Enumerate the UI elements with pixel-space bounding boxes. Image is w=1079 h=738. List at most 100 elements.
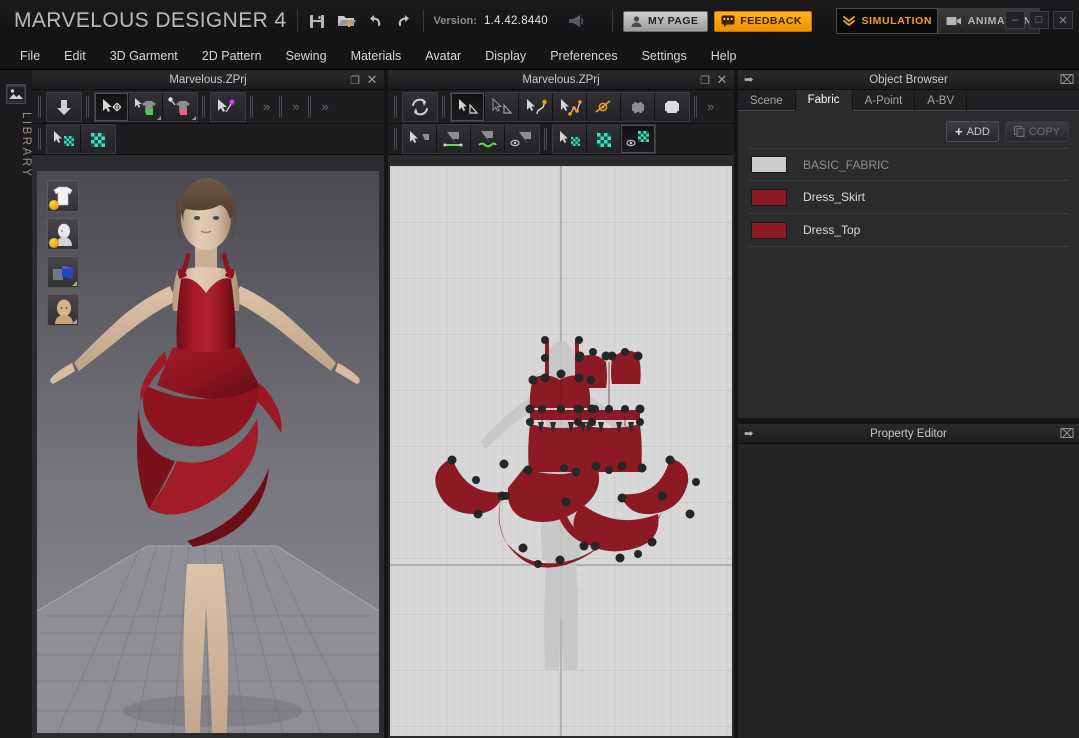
menu-item-file[interactable]: File — [8, 45, 52, 67]
tab-scene[interactable]: Scene — [738, 90, 796, 111]
redo-icon[interactable] — [395, 12, 413, 30]
select-pin-pink-tool[interactable] — [163, 93, 197, 121]
edit-texture-2d-tool[interactable] — [587, 125, 621, 153]
copy-fabric-button[interactable]: COPY — [1005, 121, 1069, 142]
toolbar-2d-row1: » — [388, 90, 734, 124]
select-texture-2d-tool[interactable] — [553, 125, 587, 153]
maximize-button[interactable]: □ — [1029, 11, 1049, 29]
megaphone-icon[interactable] — [566, 12, 588, 30]
edit-texture-tool[interactable] — [81, 125, 115, 153]
save-icon[interactable] — [308, 12, 326, 30]
close-button[interactable]: ✕ — [1053, 11, 1073, 29]
simulation-mode-button[interactable]: SIMULATION — [836, 8, 938, 34]
menu-item-settings[interactable]: Settings — [630, 45, 699, 67]
add-point-tool[interactable] — [587, 93, 621, 121]
select-mesh-green-tool[interactable] — [129, 93, 163, 121]
toolbar-overflow-chevron[interactable]: » — [287, 99, 304, 114]
menu-item-help[interactable]: Help — [699, 45, 749, 67]
close-icon[interactable]: ⌧ — [1060, 73, 1074, 87]
toolbar-grip[interactable] — [278, 94, 284, 120]
toolbar-grip[interactable] — [441, 94, 447, 120]
3d-viewport[interactable] — [37, 171, 379, 733]
tool-expand-corner[interactable] — [192, 116, 196, 120]
fabric-row-dress-skirt[interactable]: Dress_Skirt — [748, 181, 1069, 214]
property-editor-title: Property Editor — [870, 428, 947, 440]
hair-library-icon[interactable] — [47, 294, 79, 326]
edit-pattern-points-tool[interactable] — [621, 93, 655, 121]
transform-pattern-tool[interactable] — [485, 93, 519, 121]
menu-item-avatar[interactable]: Avatar — [413, 45, 473, 67]
select-move-tool[interactable] — [95, 93, 129, 121]
avatar-library-icon[interactable] — [47, 218, 79, 250]
edit-sewing-tool[interactable] — [403, 125, 437, 153]
toolbar-grip[interactable] — [37, 94, 43, 120]
feedback-button[interactable]: FEEDBACK — [714, 11, 812, 32]
toolbar-grip[interactable] — [543, 126, 549, 152]
collapse-icon[interactable]: ➡ — [744, 73, 753, 86]
garment-badge — [49, 200, 59, 210]
toolbar-overflow-chevron[interactable]: » — [702, 99, 719, 114]
fabric-row-dress-top[interactable]: Dress_Top — [748, 214, 1069, 247]
edit-pattern-tool[interactable] — [451, 93, 485, 121]
view-sewing-tool[interactable] — [505, 125, 539, 153]
undo-icon[interactable] — [366, 12, 384, 30]
toolbar-grip[interactable] — [85, 94, 91, 120]
menu-item-3d-garment[interactable]: 3D Garment — [98, 45, 190, 67]
edit-polygon-tool[interactable] — [553, 93, 587, 121]
toolbar-grip[interactable] — [37, 126, 43, 152]
menu-item-display[interactable]: Display — [473, 45, 538, 67]
segment-sewing-tool[interactable] — [437, 125, 471, 153]
add-fabric-button[interactable]: + ADD — [946, 121, 999, 142]
open-folder-icon[interactable] — [337, 12, 355, 30]
toolbar-grip[interactable] — [249, 94, 255, 120]
float-icon[interactable]: ❐ — [698, 73, 712, 87]
panel-2d-pattern: Marvelous.ZPrj ❐ ✕ — [388, 70, 734, 738]
sync-2d-3d-button[interactable] — [403, 93, 437, 121]
tab-fabric[interactable]: Fabric — [796, 90, 853, 111]
library-rail[interactable]: LIBRARY — [0, 70, 32, 738]
select-texture-tool[interactable] — [47, 125, 81, 153]
close-icon[interactable]: ⌧ — [1060, 427, 1074, 441]
tool-expand-corner[interactable] — [72, 319, 77, 324]
tab-a-bv[interactable]: A-BV — [915, 90, 967, 111]
menu-item-edit[interactable]: Edit — [52, 45, 98, 67]
free-sewing-tool[interactable] — [471, 125, 505, 153]
toolbar-grip[interactable] — [201, 94, 207, 120]
garment-library-icon[interactable] — [47, 180, 79, 212]
pin-tool[interactable] — [211, 93, 245, 121]
close-icon[interactable]: ✕ — [365, 73, 379, 87]
tab-a-point[interactable]: A-Point — [853, 90, 916, 111]
select-pattern-region-tool[interactable] — [655, 93, 689, 121]
toolbar-grip[interactable] — [693, 94, 699, 120]
toolbar-grip[interactable] — [393, 126, 399, 152]
menu-item-materials[interactable]: Materials — [339, 45, 414, 67]
fabric-library-icon[interactable] — [47, 256, 79, 288]
float-icon[interactable]: ❐ — [348, 73, 362, 87]
toolbar-overflow-chevron[interactable]: » — [316, 99, 333, 114]
tool-expand-corner[interactable] — [157, 116, 161, 120]
2d-pattern-viewport[interactable] — [390, 166, 732, 736]
view-texture-2d-tool[interactable] — [621, 125, 655, 153]
minimize-button[interactable]: – — [1005, 11, 1025, 29]
toolbar-overflow-chevron[interactable]: » — [258, 99, 275, 114]
user-icon — [630, 15, 643, 28]
my-page-button[interactable]: MY PAGE — [623, 11, 708, 32]
simulate-button[interactable] — [47, 93, 81, 121]
property-editor-body[interactable] — [738, 444, 1079, 738]
window-controls: – □ ✕ — [1005, 11, 1073, 29]
fabric-row-basic[interactable]: BASIC_FABRIC — [748, 148, 1069, 181]
image-thumbnail-icon[interactable] — [6, 84, 26, 104]
close-icon[interactable]: ✕ — [715, 73, 729, 87]
menu-item-sewing[interactable]: Sewing — [274, 45, 339, 67]
collapse-icon[interactable]: ➡ — [744, 427, 753, 440]
toolbar-grip[interactable] — [393, 94, 399, 120]
version-value: 1.4.42.8440 — [484, 15, 548, 27]
toolbar-group-sewing — [402, 124, 540, 154]
edit-curve-point-tool[interactable] — [519, 93, 553, 121]
menu-item-preferences[interactable]: Preferences — [538, 45, 629, 67]
menu-item-2d-pattern[interactable]: 2D Pattern — [190, 45, 274, 67]
my-page-label: MY PAGE — [648, 15, 698, 27]
tool-expand-corner[interactable] — [72, 281, 77, 286]
toolbar-grip[interactable] — [307, 94, 313, 120]
double-chevron-down-icon — [842, 15, 856, 27]
